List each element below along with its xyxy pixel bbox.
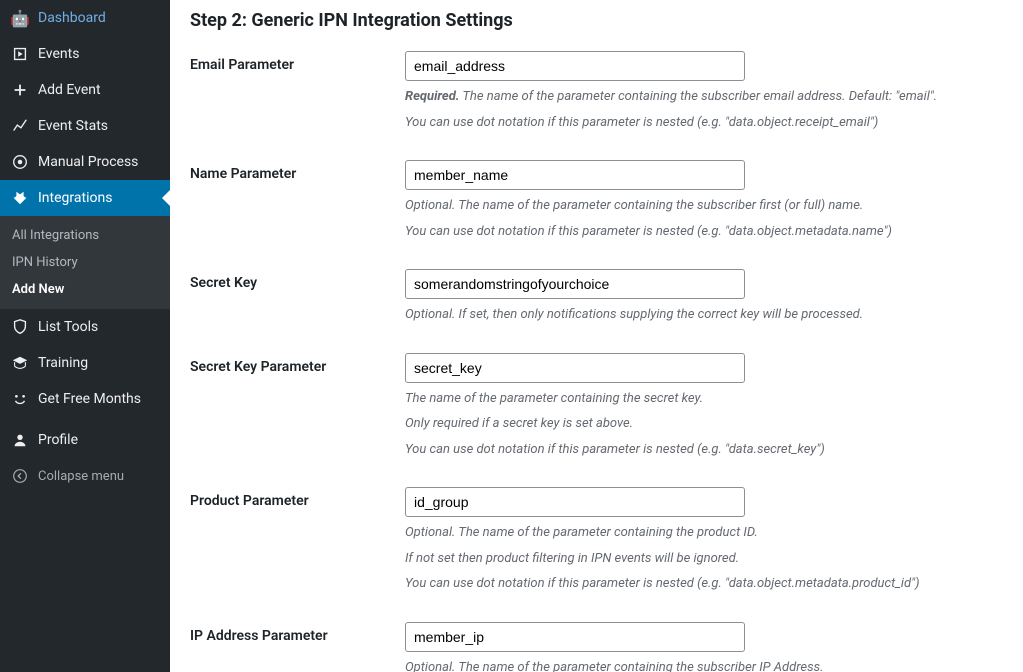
- sidebar-item-manual-process[interactable]: Manual Process: [0, 144, 170, 180]
- field-label: Name Parameter: [190, 160, 405, 182]
- add-icon: [10, 80, 30, 100]
- field-label: Secret Key: [190, 269, 405, 291]
- field-row-secret-key: Secret Key Optional. If set, then only n…: [190, 269, 1003, 325]
- collapse-label: Collapse menu: [38, 469, 124, 484]
- page-title: Step 2: Generic IPN Integration Settings: [190, 10, 1003, 31]
- sidebar-item-integrations[interactable]: Integrations: [0, 180, 170, 216]
- field-label: Secret Key Parameter: [190, 353, 405, 375]
- field-label: Email Parameter: [190, 51, 405, 73]
- field-wrapper: Optional. The name of the parameter cont…: [405, 487, 1003, 594]
- sidebar-item-label: Training: [38, 355, 88, 371]
- field-wrapper: Optional. The name of the parameter cont…: [405, 160, 1003, 241]
- profile-icon: [10, 430, 30, 450]
- field-wrapper: Optional. If set, then only notification…: [405, 269, 1003, 325]
- field-description: Optional. The name of the parameter cont…: [405, 658, 1003, 672]
- sidebar-item-label: Manual Process: [38, 154, 138, 170]
- sidebar-item-add-event[interactable]: Add Event: [0, 72, 170, 108]
- field-description: You can use dot notation if this paramet…: [405, 574, 1003, 594]
- process-icon: [10, 152, 30, 172]
- field-description: Optional. If set, then only notification…: [405, 305, 1003, 325]
- field-description: You can use dot notation if this paramet…: [405, 222, 1003, 242]
- admin-sidebar: 🤖 Dashboard Events Add Event Event Stats…: [0, 0, 170, 672]
- product-parameter-input[interactable]: [405, 487, 745, 517]
- integrations-submenu: All Integrations IPN History Add New: [0, 216, 170, 309]
- field-description: Required. The name of the parameter cont…: [405, 87, 1003, 107]
- sidebar-item-dashboard[interactable]: 🤖 Dashboard: [0, 0, 170, 36]
- sidebar-item-label: Event Stats: [38, 118, 108, 134]
- smile-icon: [10, 389, 30, 409]
- submenu-ipn-history[interactable]: IPN History: [0, 249, 170, 276]
- sidebar-item-event-stats[interactable]: Event Stats: [0, 108, 170, 144]
- field-description: The name of the parameter containing the…: [405, 389, 1003, 409]
- description-text: The name of the parameter containing the…: [459, 89, 937, 104]
- sidebar-item-label: Profile: [38, 432, 78, 448]
- main-content: Step 2: Generic IPN Integration Settings…: [170, 0, 1023, 672]
- sidebar-item-training[interactable]: Training: [0, 345, 170, 381]
- stats-icon: [10, 116, 30, 136]
- field-description: Only required if a secret key is set abo…: [405, 414, 1003, 434]
- sidebar-item-events[interactable]: Events: [0, 36, 170, 72]
- name-parameter-input[interactable]: [405, 160, 745, 190]
- sidebar-item-label: Get Free Months: [38, 391, 141, 407]
- sidebar-item-label: Integrations: [38, 190, 112, 206]
- field-description: You can use dot notation if this paramet…: [405, 440, 1003, 460]
- secret-key-parameter-input[interactable]: [405, 353, 745, 383]
- field-wrapper: Required. The name of the parameter cont…: [405, 51, 1003, 132]
- sidebar-item-label: List Tools: [38, 319, 98, 335]
- field-row-product-parameter: Product Parameter Optional. The name of …: [190, 487, 1003, 594]
- sidebar-item-label: Events: [38, 46, 79, 62]
- sidebar-item-label: Dashboard: [38, 10, 106, 26]
- email-parameter-input[interactable]: [405, 51, 745, 81]
- field-label: IP Address Parameter: [190, 622, 405, 644]
- required-label: Required.: [405, 89, 459, 104]
- field-wrapper: Optional. The name of the parameter cont…: [405, 622, 1003, 672]
- collapse-menu-button[interactable]: Collapse menu: [0, 458, 170, 494]
- sidebar-item-list-tools[interactable]: List Tools: [0, 309, 170, 345]
- field-row-email-parameter: Email Parameter Required. The name of th…: [190, 51, 1003, 132]
- ip-address-parameter-input[interactable]: [405, 622, 745, 652]
- field-label: Product Parameter: [190, 487, 405, 509]
- collapse-icon: [10, 466, 30, 486]
- events-icon: [10, 44, 30, 64]
- field-description: Optional. The name of the parameter cont…: [405, 523, 1003, 543]
- field-wrapper: The name of the parameter containing the…: [405, 353, 1003, 460]
- field-description: If not set then product filtering in IPN…: [405, 549, 1003, 569]
- field-row-name-parameter: Name Parameter Optional. The name of the…: [190, 160, 1003, 241]
- training-icon: [10, 353, 30, 373]
- sidebar-item-profile[interactable]: Profile: [0, 422, 170, 458]
- field-description: You can use dot notation if this paramet…: [405, 113, 1003, 133]
- sidebar-item-get-free-months[interactable]: Get Free Months: [0, 381, 170, 417]
- field-row-ip-address-parameter: IP Address Parameter Optional. The name …: [190, 622, 1003, 672]
- submenu-all-integrations[interactable]: All Integrations: [0, 222, 170, 249]
- dashboard-icon: 🤖: [10, 8, 30, 28]
- sidebar-item-label: Add Event: [38, 82, 101, 98]
- field-row-secret-key-parameter: Secret Key Parameter The name of the par…: [190, 353, 1003, 460]
- shield-icon: [10, 317, 30, 337]
- secret-key-input[interactable]: [405, 269, 745, 299]
- integrations-icon: [10, 188, 30, 208]
- field-description: Optional. The name of the parameter cont…: [405, 196, 1003, 216]
- settings-form: Email Parameter Required. The name of th…: [190, 51, 1003, 672]
- submenu-add-new[interactable]: Add New: [0, 276, 170, 303]
